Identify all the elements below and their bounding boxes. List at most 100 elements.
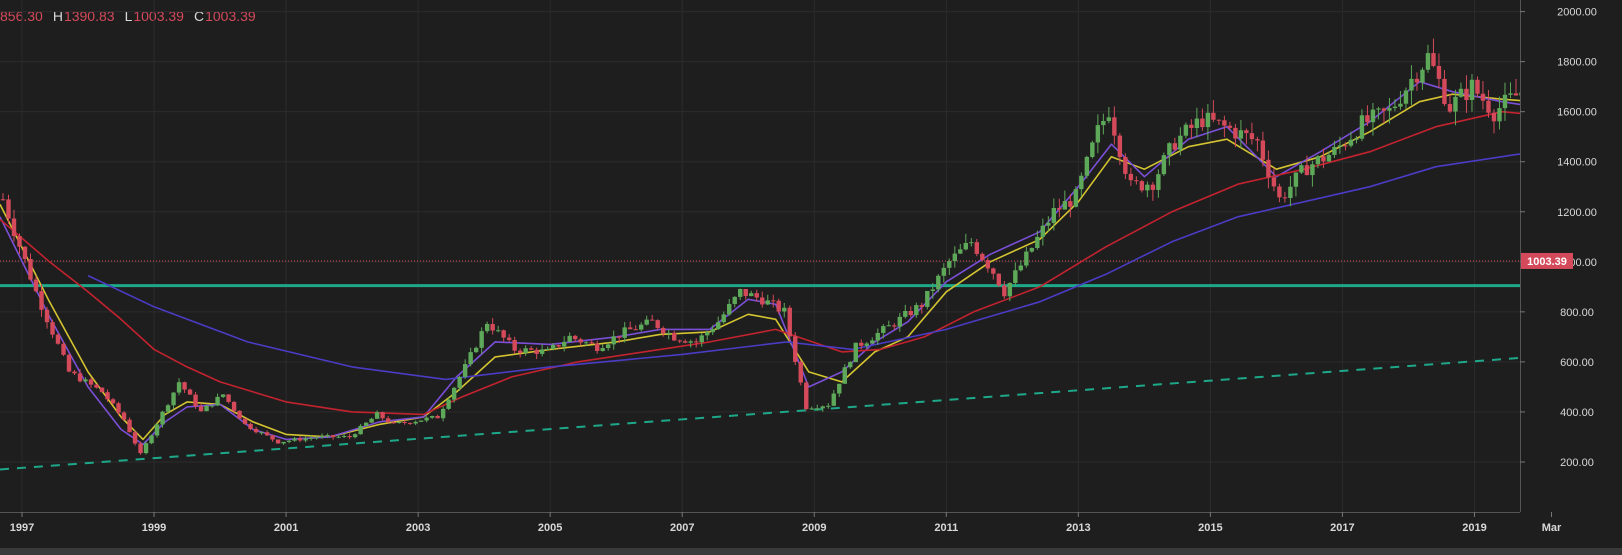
candle	[655, 320, 660, 328]
candle	[672, 332, 677, 341]
axes: 200.00400.00600.00800.001000.001200.0014…	[0, 0, 1622, 555]
candle	[50, 322, 55, 335]
candle	[369, 418, 374, 423]
candle	[743, 288, 748, 297]
candle	[407, 422, 413, 424]
candle	[1057, 207, 1062, 210]
candle	[963, 242, 969, 250]
candle	[556, 344, 561, 347]
candle	[958, 249, 963, 254]
candle	[892, 325, 897, 327]
candle	[996, 273, 1002, 286]
candle	[1062, 201, 1068, 210]
candle	[683, 341, 688, 343]
x-tick-label: 1997	[10, 522, 34, 534]
candle	[1090, 142, 1095, 157]
candle	[385, 418, 391, 423]
candle	[1469, 79, 1475, 101]
candle	[132, 432, 138, 444]
candle	[600, 348, 605, 351]
candle	[639, 324, 644, 330]
candle	[182, 382, 187, 390]
candle	[754, 293, 759, 298]
candle	[281, 441, 286, 444]
candle	[451, 387, 457, 400]
candle	[826, 405, 831, 407]
candle	[1288, 186, 1293, 198]
candle	[936, 275, 941, 290]
candle	[501, 330, 506, 338]
candle	[1112, 117, 1117, 136]
last-price-label: 1003.39	[1527, 256, 1567, 268]
candle	[991, 268, 996, 274]
candles	[0, 38, 1563, 455]
candle	[66, 354, 72, 372]
candle	[1035, 236, 1040, 249]
ma-blue-line	[87, 148, 1552, 381]
y-tick-label: 1400.00	[1557, 157, 1597, 169]
moving-averages	[0, 80, 1558, 446]
candle	[1337, 145, 1343, 147]
candle	[424, 417, 429, 421]
candle	[1458, 88, 1464, 97]
candle	[1304, 165, 1310, 176]
candle	[1150, 184, 1156, 190]
candle	[55, 334, 61, 344]
candle	[1117, 135, 1123, 158]
candle	[352, 434, 358, 438]
candle	[1095, 125, 1101, 143]
candle	[611, 336, 616, 345]
candle	[242, 418, 248, 424]
candle	[1282, 197, 1288, 199]
candle	[1442, 78, 1447, 105]
candle	[1513, 93, 1519, 96]
candle	[468, 352, 473, 365]
time-scale-strip[interactable]	[0, 548, 1622, 555]
candle	[633, 329, 638, 331]
candle	[94, 384, 99, 388]
candle	[1205, 112, 1211, 128]
candle	[116, 403, 121, 413]
candle	[275, 439, 281, 444]
candle	[1475, 79, 1480, 94]
candle	[1040, 225, 1046, 237]
candle	[479, 331, 484, 348]
candle	[776, 300, 781, 312]
candle	[1244, 130, 1249, 134]
candle	[1436, 65, 1442, 79]
x-tick-label: 2003	[406, 522, 430, 534]
candle	[594, 343, 600, 351]
candle	[380, 412, 385, 419]
candle	[457, 376, 462, 388]
candle	[1013, 270, 1018, 283]
y-tick-label: 1200.00	[1557, 207, 1597, 219]
candle	[859, 342, 864, 346]
candle	[259, 432, 264, 434]
candle	[1321, 156, 1326, 162]
y-tick-label: 1600.00	[1557, 107, 1597, 119]
candle	[105, 392, 110, 400]
candle	[1084, 156, 1090, 176]
candle	[1189, 124, 1194, 129]
x-tick-label: 2001	[274, 522, 298, 534]
x-tick-label: 2011	[934, 522, 958, 534]
candle	[484, 323, 490, 332]
candle	[231, 401, 237, 411]
price-chart[interactable]: 200.00400.00600.00800.001000.001200.0014…	[0, 0, 1622, 555]
candle	[1420, 69, 1425, 83]
candle	[1403, 90, 1409, 104]
candle	[286, 440, 292, 442]
candle	[418, 420, 424, 422]
candle	[165, 405, 171, 412]
x-tick-label: 2007	[670, 522, 694, 534]
candle	[1398, 103, 1403, 107]
candle	[897, 316, 902, 327]
candle	[589, 342, 594, 344]
candle	[127, 419, 132, 433]
candle	[881, 326, 886, 333]
candle	[1156, 174, 1161, 190]
candle	[749, 293, 754, 297]
candle	[1106, 117, 1112, 121]
candle	[793, 336, 798, 362]
candle	[1332, 146, 1337, 155]
